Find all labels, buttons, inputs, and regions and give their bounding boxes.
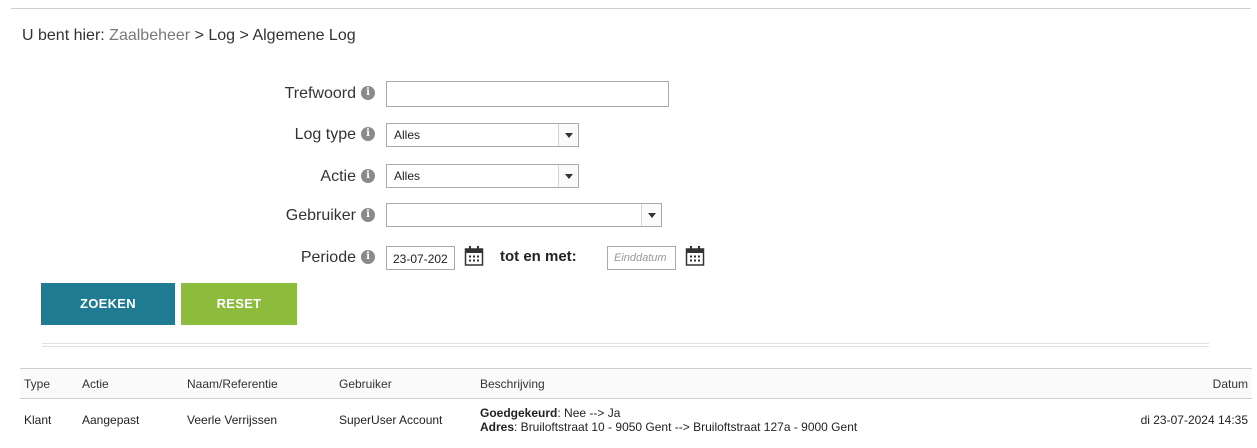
log-type-label-text: Log type (294, 126, 356, 143)
table-header-row: Type Actie Naam/Referentie Gebruiker Bes… (20, 368, 1252, 399)
calendar-icon[interactable] (685, 245, 705, 267)
user-select[interactable] (386, 203, 662, 227)
breadcrumb-separator: > (239, 27, 249, 44)
description-value: : Bruiloftstraat 10 - 9050 Gent --> Brui… (514, 419, 858, 434)
divider (42, 343, 1209, 347)
info-icon[interactable]: i (361, 250, 375, 264)
action-label: Actie i (11, 164, 375, 190)
cell-type: Klant (24, 412, 52, 427)
keyword-label: Trefwoord i (11, 81, 375, 107)
breadcrumb-current: Algemene Log (252, 27, 356, 44)
column-header-type[interactable]: Type (20, 368, 78, 399)
breadcrumb-link-log[interactable]: Log (208, 27, 235, 44)
chevron-down-icon[interactable] (558, 165, 578, 187)
description-value: : Nee --> Ja (557, 405, 621, 420)
column-header-action[interactable]: Actie (78, 368, 183, 399)
column-header-user[interactable]: Gebruiker (335, 368, 476, 399)
description-key: Goedgekeurd (480, 405, 558, 420)
column-header-date[interactable]: Datum (1076, 368, 1252, 399)
end-date-input[interactable]: Einddatum (607, 246, 676, 270)
period-row: Periode i (11, 245, 375, 273)
action-select[interactable]: Alles (386, 164, 579, 188)
log-type-label: Log type i (11, 122, 375, 148)
info-icon[interactable]: i (361, 86, 375, 100)
period-label: Periode i (11, 245, 375, 271)
log-type-select-value: Alles (394, 128, 421, 142)
cell-user: SuperUser Account (339, 412, 443, 427)
action-select-value: Alles (394, 169, 421, 183)
breadcrumb: U bent hier: Zaalbeheer > Log > Algemene… (22, 27, 356, 45)
breadcrumb-prefix: U bent hier: (22, 27, 105, 44)
period-label-text: Periode (300, 249, 356, 266)
reset-button[interactable]: RESET (181, 283, 297, 325)
description-key: Adres (480, 419, 515, 434)
description-line: Adres: Bruiloftstraat 10 - 9050 Gent -->… (480, 420, 1076, 434)
info-icon[interactable]: i (361, 208, 375, 222)
column-header-reference[interactable]: Naam/Referentie (183, 368, 335, 399)
keyword-label-text: Trefwoord (284, 85, 356, 102)
keyword-row: Trefwoord i (11, 81, 375, 109)
start-date-input[interactable]: 23-07-202 (386, 246, 455, 270)
breadcrumb-link-zaalbeheer[interactable]: Zaalbeheer (109, 27, 190, 44)
keyword-input[interactable] (386, 81, 669, 107)
action-label-text: Actie (320, 168, 356, 185)
search-button[interactable]: ZOEKEN (41, 283, 175, 325)
cell-description: Goedgekeurd: Nee --> Ja Adres: Bruilofts… (476, 399, 1076, 441)
column-header-description[interactable]: Beschrijving (476, 368, 1076, 399)
chevron-down-icon[interactable] (641, 204, 661, 226)
info-icon[interactable]: i (361, 127, 375, 141)
calendar-icon[interactable] (464, 245, 484, 267)
cell-reference: Veerle Verrijssen (187, 412, 278, 427)
breadcrumb-separator: > (194, 27, 204, 44)
log-type-row: Log type i (11, 122, 375, 150)
chevron-down-icon[interactable] (558, 124, 578, 146)
user-label: Gebruiker i (11, 203, 375, 229)
table-row[interactable]: Klant Aangepast Veerle Verrijssen SuperU… (20, 399, 1252, 441)
log-type-select[interactable]: Alles (386, 123, 579, 147)
cell-action: Aangepast (82, 412, 140, 427)
user-label-text: Gebruiker (285, 207, 356, 224)
info-icon[interactable]: i (361, 169, 375, 183)
log-table: Type Actie Naam/Referentie Gebruiker Bes… (20, 368, 1252, 441)
cell-date: di 23-07-2024 14:35 (1140, 412, 1248, 427)
description-line: Goedgekeurd: Nee --> Ja (480, 406, 1076, 420)
action-row: Actie i (11, 164, 375, 192)
to-date-label: tot en met: (500, 248, 577, 265)
user-row: Gebruiker i (11, 203, 375, 231)
